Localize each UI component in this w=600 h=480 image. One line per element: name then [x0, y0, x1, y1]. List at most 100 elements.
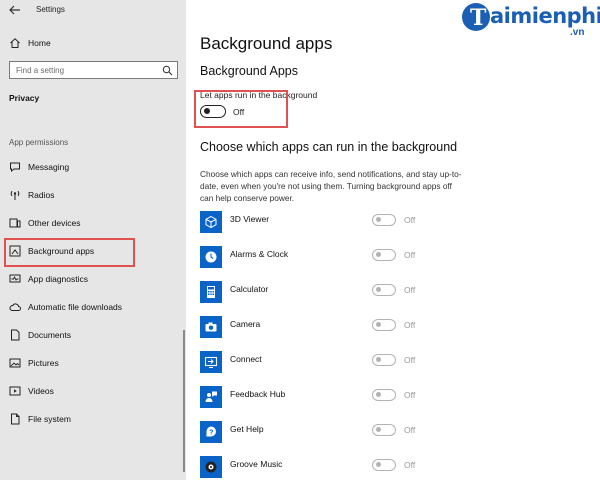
app-row-feedback-hub: Feedback Hub Off [200, 386, 440, 412]
sidebar-item-label: Pictures [28, 358, 59, 368]
section-title-privacy: Privacy [9, 93, 40, 103]
sidebar-item-label: Messaging [28, 162, 70, 172]
sidebar-scrollbar[interactable] [183, 330, 185, 472]
sidebar-item-radios[interactable]: Radios [0, 182, 186, 208]
app-name: Calculator [230, 284, 269, 294]
app-toggle[interactable] [372, 319, 396, 331]
sidebar-item-label: Videos [28, 386, 54, 396]
picture-icon [9, 358, 21, 368]
diagnostics-icon [9, 274, 21, 283]
search-placeholder: Find a setting [16, 66, 65, 75]
file-icon [11, 413, 20, 425]
section-subtitle: Background Apps [200, 64, 298, 78]
background-apps-toggle[interactable] [200, 105, 226, 118]
app-toggle-state: Off [404, 355, 416, 365]
app-tile [200, 246, 222, 268]
app-toggle-state: Off [404, 320, 416, 330]
sidebar-item-background-apps[interactable]: Background apps [0, 238, 186, 264]
app-toggle[interactable] [372, 214, 396, 226]
background-toggle-label: Let apps run in the background [200, 90, 318, 100]
app-toggle-state: Off [404, 460, 416, 470]
logo-wordmark: aimienphi [490, 4, 600, 28]
app-tile [200, 316, 222, 338]
app-tile [200, 211, 222, 233]
toggle-knob [376, 322, 381, 327]
sidebar-item-label: Home [28, 38, 51, 48]
toggle-knob [376, 287, 381, 292]
app-name: Alarms & Clock [230, 249, 289, 259]
page-title: Background apps [200, 34, 333, 53]
sidebar-item-label: Other devices [28, 218, 81, 228]
app-toggle-state: Off [404, 425, 416, 435]
app-name: Get Help [230, 424, 264, 434]
app-name: Groove Music [230, 459, 283, 469]
sidebar-item-label: App diagnostics [28, 274, 89, 284]
background-toggle-state: Off [233, 107, 245, 117]
app-toggle[interactable] [372, 284, 396, 296]
cube-icon [205, 215, 217, 229]
settings-sidebar: Settings Home Find a setting Privacy App… [0, 0, 186, 480]
app-row-connect: Connect Off [200, 351, 440, 377]
app-toggle[interactable] [372, 249, 396, 261]
sidebar-item-videos[interactable]: Videos [0, 378, 186, 404]
document-icon [11, 329, 20, 341]
cloud-icon [9, 303, 21, 311]
background-apps-icon [9, 245, 21, 257]
app-toggle-state: Off [404, 390, 416, 400]
sidebar-item-messaging[interactable]: Messaging [0, 154, 186, 180]
app-toggle-state: Off [404, 215, 416, 225]
devices-icon [9, 218, 21, 228]
home-icon [10, 38, 20, 48]
toggle-knob [204, 108, 210, 114]
app-row-get-help: ? Get Help Off [200, 421, 440, 447]
search-input[interactable]: Find a setting [9, 61, 178, 79]
taimienphi-logo: T aimienphi .vn [462, 3, 600, 39]
app-row-camera: Camera Off [200, 316, 440, 342]
app-tile: ? [200, 421, 222, 443]
app-toggle-state: Off [404, 250, 416, 260]
app-tile [200, 456, 222, 478]
sidebar-item-label: Background apps [28, 246, 95, 256]
title-bar: Settings [0, 0, 186, 22]
app-row-3d-viewer: 3D Viewer Off [200, 211, 440, 237]
choose-apps-title: Choose which apps can run in the backgro… [200, 140, 458, 154]
app-name: Feedback Hub [230, 389, 286, 399]
sidebar-item-automatic-file-downloads[interactable]: Automatic file downloads [0, 294, 186, 320]
sidebar-item-label: Documents [28, 330, 71, 340]
sidebar-item-file-system[interactable]: File system [0, 406, 186, 432]
app-row-calculator: Calculator Off [200, 281, 440, 307]
toggle-knob [376, 462, 381, 467]
app-name: Camera [230, 319, 261, 329]
app-name: Connect [230, 354, 262, 364]
sidebar-item-pictures[interactable]: Pictures [0, 350, 186, 376]
back-arrow-icon[interactable] [8, 3, 22, 17]
music-icon [205, 461, 217, 473]
choose-apps-description: Choose which apps can receive info, send… [200, 169, 462, 203]
clock-icon [205, 251, 217, 263]
svg-text:?: ? [209, 430, 213, 437]
app-name: 3D Viewer [230, 214, 270, 224]
connect-icon [204, 356, 218, 368]
help-icon: ? [206, 426, 216, 437]
sidebar-item-other-devices[interactable]: Other devices [0, 210, 186, 236]
logo-initial: T [470, 5, 487, 31]
sidebar-item-label: Automatic file downloads [28, 302, 123, 312]
toggle-knob [376, 357, 381, 362]
video-icon [9, 386, 21, 396]
sidebar-item-label: Radios [28, 190, 55, 200]
sidebar-item-documents[interactable]: Documents [0, 322, 186, 348]
sidebar-item-label: File system [28, 414, 71, 424]
app-toggle-state: Off [404, 285, 416, 295]
sidebar-item-app-diagnostics[interactable]: App diagnostics [0, 266, 186, 292]
app-toggle[interactable] [372, 459, 396, 471]
toggle-knob [376, 427, 381, 432]
app-toggle[interactable] [372, 389, 396, 401]
app-row-groove-music: Groove Music Off [200, 456, 440, 480]
feedback-icon [205, 391, 217, 402]
toggle-knob [376, 252, 381, 257]
sidebar-item-home[interactable]: Home [0, 30, 186, 56]
app-toggle[interactable] [372, 424, 396, 436]
app-toggle[interactable] [372, 354, 396, 366]
search-icon[interactable] [162, 65, 173, 76]
camera-icon [205, 322, 217, 332]
